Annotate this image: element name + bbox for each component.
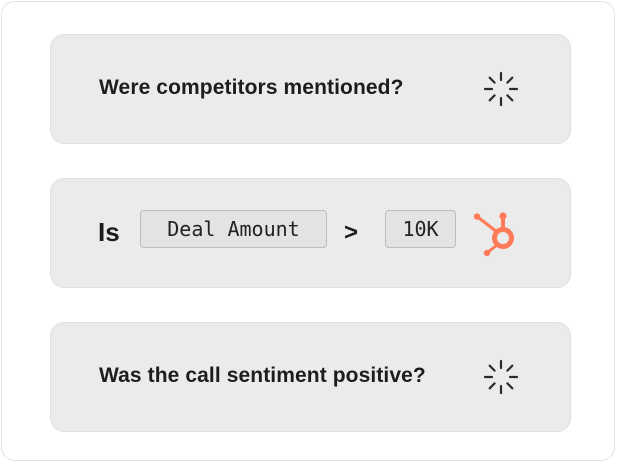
condition-card-competitors[interactable]: Were competitors mentioned?: [50, 34, 571, 144]
condition-question: Was the call sentiment positive?: [99, 364, 426, 387]
loading-spinner-icon: [483, 359, 519, 395]
operator-greater-than: >: [344, 219, 359, 246]
condition-prefix: Is: [98, 217, 120, 247]
condition-question: Were competitors mentioned?: [99, 76, 404, 99]
field-chip-deal-amount[interactable]: Deal Amount: [140, 210, 327, 248]
conditions-panel: Were competitors mentioned? Is Deal Amou…: [1, 1, 615, 461]
condition-card-deal-amount[interactable]: Is Deal Amount > 10K: [50, 178, 571, 288]
condition-card-sentiment[interactable]: Was the call sentiment positive?: [50, 322, 571, 432]
loading-spinner-icon: [483, 71, 519, 107]
value-chip[interactable]: 10K: [385, 210, 456, 248]
hubspot-logo-icon: [473, 212, 514, 257]
